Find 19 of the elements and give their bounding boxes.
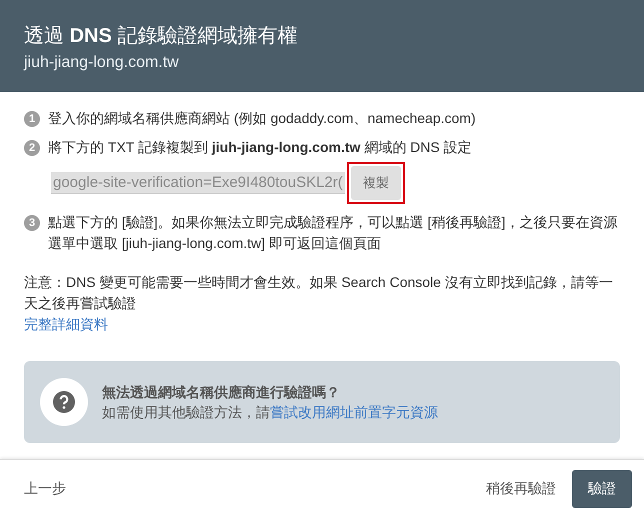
domain-name: jiuh-jiang-long.com.tw: [24, 54, 180, 72]
help-text: 如需使用其他驗證方法，請: [102, 404, 270, 420]
help-icon: [53, 391, 75, 413]
step-number: 1: [24, 111, 40, 127]
details-link[interactable]: 完整詳細資料: [24, 316, 108, 332]
help-title: 無法透過網域名稱供應商進行驗證嗎？: [102, 382, 341, 402]
back-button[interactable]: 上一步: [24, 474, 66, 504]
step-number: 3: [24, 215, 40, 231]
verify-later-button[interactable]: 稍後再驗證: [486, 474, 556, 504]
copy-button[interactable]: 複製: [350, 166, 401, 200]
step-number: 2: [24, 140, 40, 156]
txt-record-field[interactable]: google-site-verification=Exe9I480touSKL2r(: [51, 172, 345, 194]
url-prefix-link[interactable]: 嘗試改用網址前置字元資源: [270, 404, 438, 420]
dialog-title: 透過 DNS 記錄驗證網域擁有權: [24, 24, 298, 48]
step-text: 登入你的網域名稱供應商網站 (例如 godaddy.com、namecheap.com): [48, 109, 477, 128]
note-text: 注意：DNS 變更可能需要一些時間才會生效。如果 Search Console 沒有立即找到記錄，請等一天之後再嘗試驗證: [24, 273, 614, 313]
step-text: 將下方的 TXT 記錄複製到 jiuh-jiang-long.com.tw 網域的 DNS 設定: [48, 138, 473, 157]
step-text: 點選下方的 [驗證]。如果你無法立即完成驗證程序，可以點選 [稍後再驗證]，之後只要在資源選單中選取 [jiuh-jiang-long.com.tw] 即可返回這個頁面: [48, 213, 618, 253]
verify-button[interactable]: 驗證: [572, 470, 632, 508]
